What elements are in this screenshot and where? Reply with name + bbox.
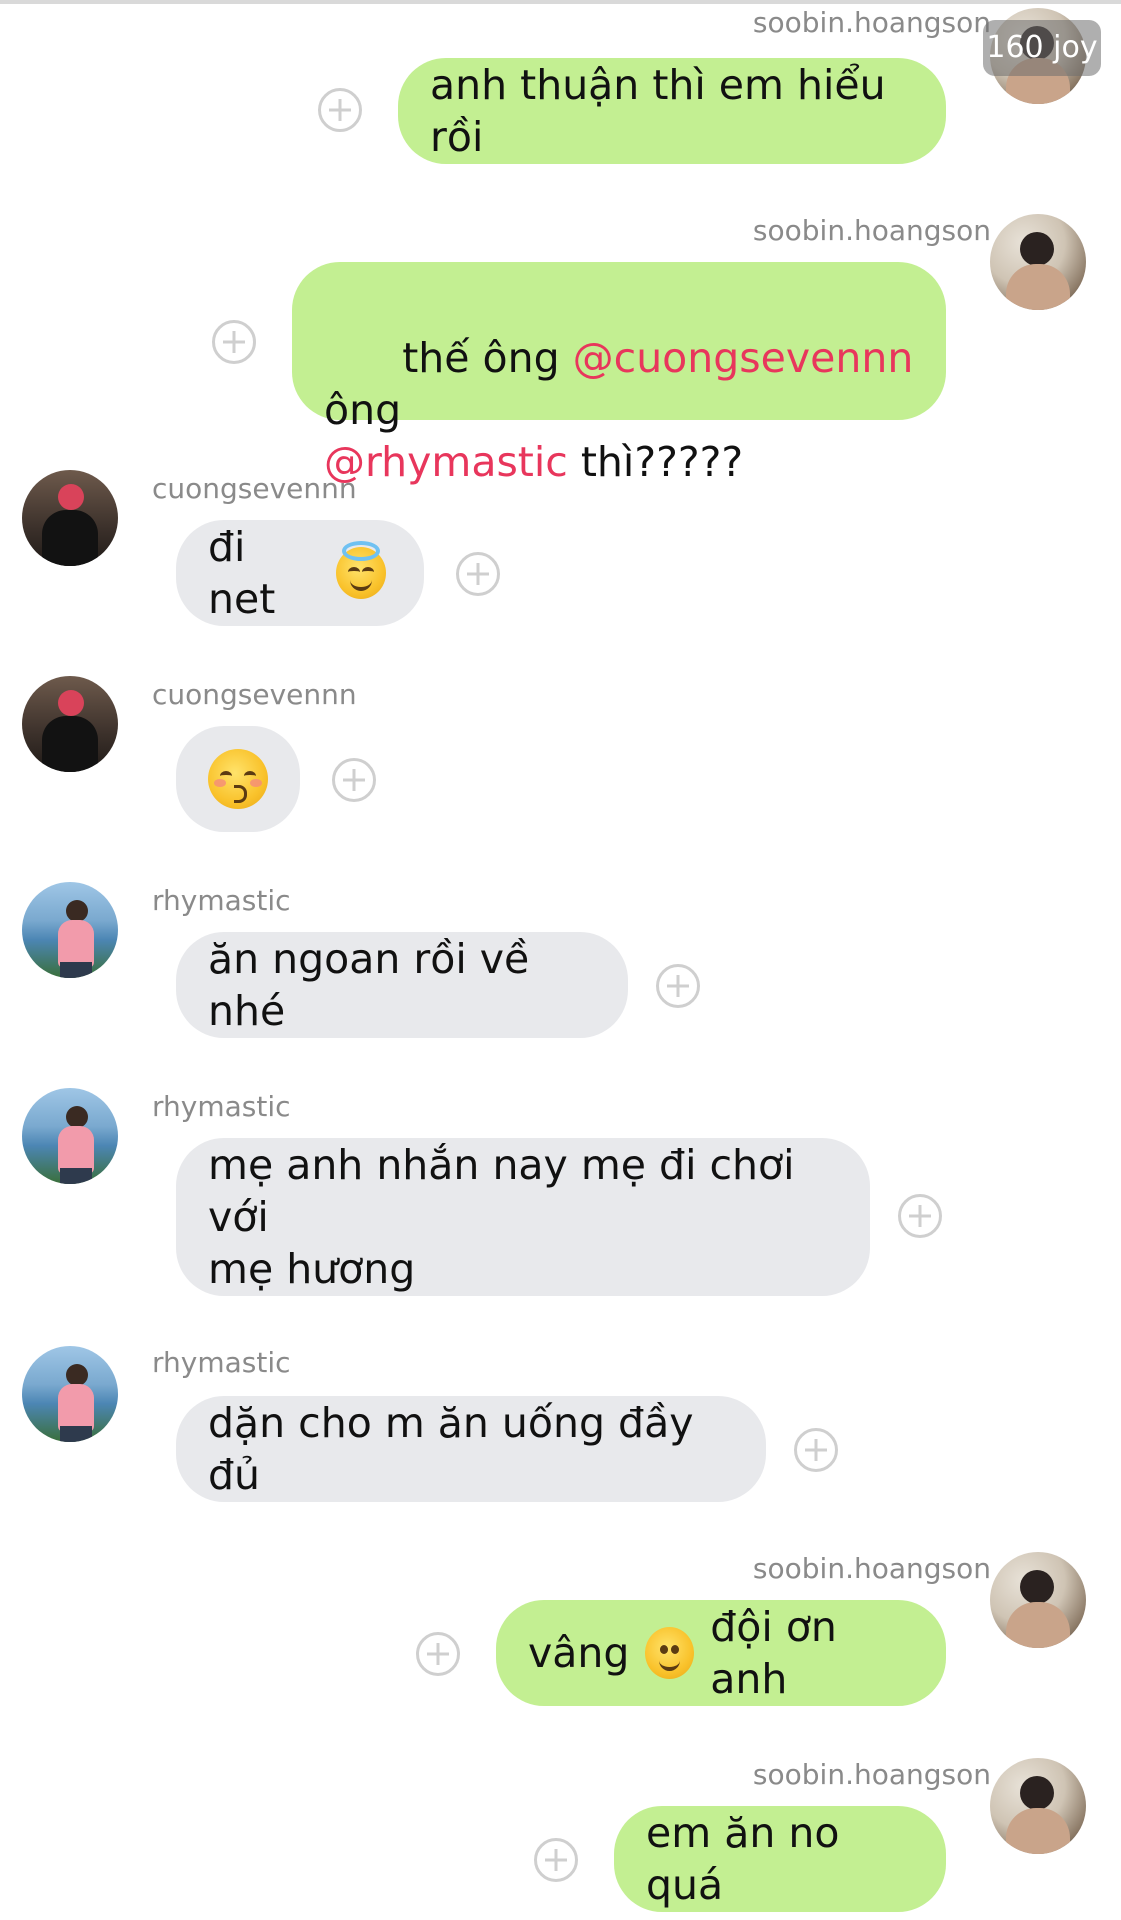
sender-name: cuongsevennn <box>152 678 357 711</box>
sender-name: soobin.hoangson <box>752 214 991 247</box>
add-reaction-button[interactable] <box>332 758 376 802</box>
message-text-part: thì????? <box>567 438 744 486</box>
message-bubble[interactable]: anh thuận thì em hiểu rồi <box>398 58 946 164</box>
message-bubble[interactable]: vâng đội ơn anh <box>496 1600 946 1706</box>
sender-name: soobin.hoangson <box>752 1758 991 1791</box>
message-bubble[interactable]: đi net <box>176 520 424 626</box>
avatar[interactable] <box>22 470 118 566</box>
message-bubble[interactable] <box>176 726 300 832</box>
avatar[interactable] <box>22 676 118 772</box>
avatar[interactable] <box>22 1088 118 1184</box>
message-text: mẹ anh nhắn nay mẹ đi chơi với mẹ hương <box>208 1141 795 1293</box>
smiling-face-icon <box>645 1627 695 1679</box>
message-text: em ăn no quá <box>646 1809 853 1909</box>
mention-link[interactable]: @cuongsevennn <box>573 334 914 382</box>
message-text: thế ông @cuongsevennn ông @rhymastic thì?… <box>324 280 914 540</box>
sender-name: rhymastic <box>152 1090 291 1123</box>
sender-name: rhymastic <box>152 884 291 917</box>
message-bubble[interactable]: thế ông @cuongsevennn ông @rhymastic thì?… <box>292 262 946 486</box>
top-divider <box>0 0 1121 4</box>
avatar[interactable] <box>22 882 118 978</box>
message-bubble[interactable]: dặn cho m ăn uống đầy đủ <box>176 1396 766 1502</box>
kissing-face-icon <box>208 749 268 809</box>
avatar[interactable] <box>22 1346 118 1442</box>
sender-name: cuongsevennn <box>152 472 357 505</box>
avatar[interactable] <box>990 1758 1086 1854</box>
message-text: đi net <box>208 523 276 623</box>
add-reaction-button[interactable] <box>534 1838 578 1882</box>
message-text: đội ơn anh <box>710 1603 850 1703</box>
smiling-face-with-halo-icon <box>335 541 386 599</box>
message-bubble[interactable]: ăn ngoan rồi về nhé <box>176 932 628 1038</box>
add-reaction-button[interactable] <box>794 1428 838 1472</box>
message-text: dặn cho m ăn uống đầy đủ <box>208 1399 707 1499</box>
message-text-part: thế ông <box>402 334 573 382</box>
message-text: anh thuận thì em hiểu rồi <box>430 61 899 161</box>
mention-link[interactable]: @rhymastic <box>324 438 568 486</box>
message-text: ăn ngoan rồi về nhé <box>208 935 543 1035</box>
sender-name: rhymastic <box>152 1346 291 1379</box>
add-reaction-button[interactable] <box>416 1632 460 1676</box>
joy-badge: 160 joy <box>983 20 1101 76</box>
avatar[interactable] <box>990 1552 1086 1648</box>
avatar[interactable] <box>990 214 1086 310</box>
message-bubble[interactable]: em ăn no quá <box>614 1806 946 1912</box>
add-reaction-button[interactable] <box>318 88 362 132</box>
add-reaction-button[interactable] <box>212 320 256 364</box>
sender-name: soobin.hoangson <box>752 1552 991 1585</box>
sender-name: soobin.hoangson <box>752 6 991 39</box>
add-reaction-button[interactable] <box>898 1194 942 1238</box>
add-reaction-button[interactable] <box>656 964 700 1008</box>
message-bubble[interactable]: mẹ anh nhắn nay mẹ đi chơi với mẹ hương <box>176 1138 870 1296</box>
message-text: vâng <box>528 1629 630 1677</box>
add-reaction-button[interactable] <box>456 552 500 596</box>
